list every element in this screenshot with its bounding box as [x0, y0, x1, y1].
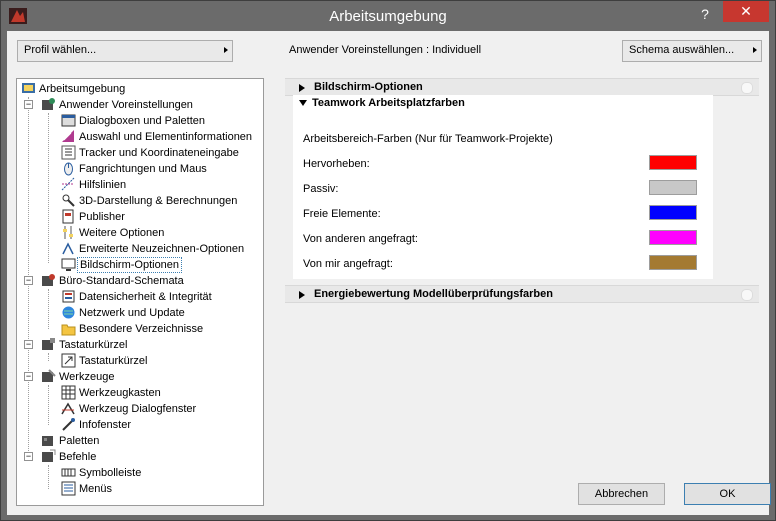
- publisher-icon: [62, 209, 74, 224]
- profil-select-label: Profil wählen...: [24, 44, 97, 56]
- commands-icon: [42, 449, 56, 462]
- collapse-icon[interactable]: −: [24, 100, 33, 109]
- collapse-icon[interactable]: −: [24, 340, 33, 349]
- ok-button[interactable]: OK: [684, 483, 771, 505]
- row-label-passiv: Passiv:: [303, 183, 339, 195]
- tools-icon: [42, 369, 56, 382]
- tree-line: [48, 385, 49, 425]
- redraw-icon: [62, 242, 74, 255]
- menu-icon: [61, 481, 76, 496]
- window-title: Arbeitsumgebung: [329, 8, 447, 25]
- row-label-von-mir: Von mir angefragt:: [303, 258, 393, 270]
- mouse-icon: [64, 162, 73, 176]
- row-label-von-anderen: Von anderen angefragt:: [303, 233, 418, 245]
- help-button[interactable]: ?: [695, 4, 715, 24]
- globe-icon: [62, 306, 75, 319]
- settings-tree: Arbeitsumgebung − Anwender Voreinstellun…: [16, 78, 264, 506]
- section-energiebewertung[interactable]: Energiebewertung Modellüberprüfungsfarbe…: [285, 285, 759, 303]
- section-bildschirm-optionen[interactable]: Bildschirm-Optionen: [285, 78, 759, 96]
- screen-icon: [61, 258, 76, 271]
- guidelines-icon: [61, 177, 75, 191]
- palettes-icon: [42, 436, 53, 446]
- cancel-button[interactable]: Abbrechen: [578, 483, 665, 505]
- teamwork-intro: Arbeitsbereich-Farben (Nur für Teamwork-…: [303, 133, 553, 145]
- tree-line: [48, 353, 49, 361]
- color-swatch-freie-elemente[interactable]: [649, 205, 697, 220]
- options-panel: Bildschirm-Optionen Teamwork Arbeitsplat…: [277, 78, 763, 506]
- tree-line: [48, 113, 49, 263]
- data-safety-icon: [62, 290, 75, 303]
- tracker-icon: [61, 145, 76, 160]
- close-button[interactable]: ✕: [723, 1, 769, 22]
- expand-arrow-icon: [299, 291, 305, 299]
- selection-icon: [62, 130, 74, 142]
- toolbox-icon: [61, 385, 76, 400]
- chevron-right-icon: [753, 47, 757, 53]
- more-options-icon: [63, 226, 73, 239]
- panel-splitter[interactable]: [269, 78, 277, 506]
- collapse-icon[interactable]: −: [24, 276, 33, 285]
- title-bar: Arbeitsumgebung ? ✕: [1, 1, 775, 31]
- user-settings-status: Anwender Voreinstellungen : Individuell: [289, 44, 482, 56]
- section-knob-icon: [741, 82, 753, 94]
- toolbar-icon: [61, 468, 76, 477]
- workspace-icon: [22, 83, 35, 93]
- row-label-hervorheben: Hervorheben:: [303, 158, 370, 170]
- teamwork-section: Teamwork Arbeitsplatzfarben Arbeitsberei…: [293, 95, 713, 279]
- shortcut-icon: [61, 353, 76, 368]
- row-label-freie-elemente: Freie Elemente:: [303, 208, 381, 220]
- schema-select-label: Schema auswählen...: [629, 44, 735, 56]
- tree-line: [48, 465, 49, 489]
- color-swatch-von-anderen[interactable]: [649, 230, 697, 245]
- collapse-icon[interactable]: −: [24, 452, 33, 461]
- dialog-icon: [61, 114, 76, 127]
- keyboard-icon: [42, 338, 55, 350]
- profil-select-button[interactable]: Profil wählen...: [17, 40, 233, 62]
- settings-window: Arbeitsumgebung ? ✕ Profil wählen... Anw…: [0, 0, 776, 521]
- info-window-icon: [62, 418, 75, 431]
- collapse-icon[interactable]: −: [24, 372, 33, 381]
- section-knob-icon: [741, 289, 753, 301]
- collapse-arrow-icon: [299, 100, 307, 106]
- folder-icon: [61, 324, 76, 336]
- user-settings-icon: [42, 98, 55, 110]
- color-swatch-hervorheben[interactable]: [649, 155, 697, 170]
- tool-dialog-icon: [61, 402, 75, 415]
- tree-line: [48, 289, 49, 329]
- office-standard-icon: [42, 274, 55, 286]
- expand-arrow-icon: [299, 84, 305, 92]
- dialog-client: Profil wählen... Anwender Voreinstellung…: [7, 31, 771, 515]
- color-swatch-passiv[interactable]: [649, 180, 697, 195]
- 3d-view-icon: [62, 194, 75, 207]
- schema-select-button[interactable]: Schema auswählen...: [622, 40, 762, 62]
- chevron-right-icon: [224, 47, 228, 53]
- color-swatch-von-mir[interactable]: [649, 255, 697, 270]
- section-teamwork-farben[interactable]: Teamwork Arbeitsplatzfarben: [293, 95, 713, 113]
